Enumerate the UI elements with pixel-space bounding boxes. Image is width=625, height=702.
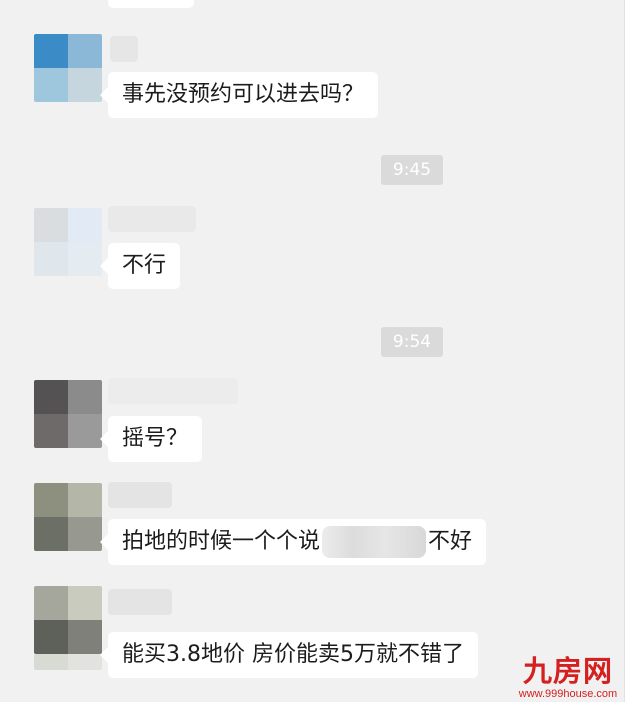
sender-name-blurred	[108, 378, 238, 404]
message-bubble[interactable]: 不行	[99, 243, 181, 289]
avatar[interactable]	[34, 586, 102, 654]
message-text: 拍地的时候一个个说	[122, 529, 321, 554]
redacted-text	[322, 526, 427, 558]
timestamp: 9:45	[381, 155, 443, 185]
sender-name-blurred	[110, 36, 138, 62]
watermark-logo: 九房网 www.999house.com	[516, 654, 620, 700]
avatar-blur-extension	[34, 654, 102, 670]
message-text: 不行	[122, 253, 167, 278]
watermark-url: www.999house.com	[518, 688, 618, 700]
chat-window: 事先没预约可以进去吗？ 9:45 不行 9:54 摇号？ 拍地的时候一个个说 不好	[0, 0, 625, 702]
watermark-logo-text: 九房网	[522, 654, 613, 688]
sender-name-blurred	[108, 589, 172, 615]
avatar[interactable]	[34, 208, 102, 276]
message-bubble[interactable]: 事先没预约可以进去吗？	[99, 72, 379, 118]
sender-name-blurred	[108, 482, 172, 508]
avatar[interactable]	[34, 380, 102, 448]
message-text: 不好	[428, 529, 473, 554]
message-bubble-partial	[108, 0, 194, 8]
avatar[interactable]	[34, 34, 102, 102]
timestamp: 9:54	[381, 327, 443, 357]
message-text: 能买3.8地价 房价能卖5万就不错了	[122, 642, 464, 667]
sender-name-blurred	[108, 206, 196, 232]
message-bubble[interactable]: 拍地的时候一个个说 不好	[99, 519, 487, 565]
message-text: 事先没预约可以进去吗？	[122, 82, 365, 107]
message-text: 摇号？	[122, 426, 189, 451]
avatar[interactable]	[34, 483, 102, 551]
message-bubble[interactable]: 摇号？	[99, 416, 203, 462]
message-bubble[interactable]: 能买3.8地价 房价能卖5万就不错了	[100, 632, 478, 678]
